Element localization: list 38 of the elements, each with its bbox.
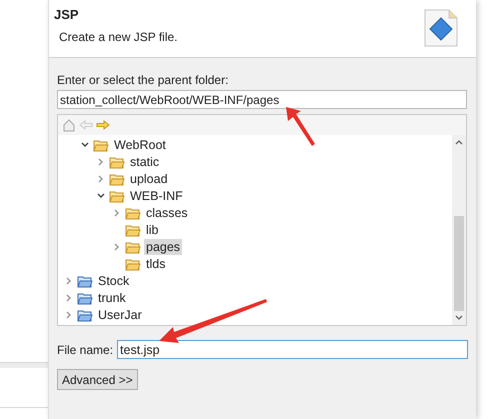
chevron-down-icon[interactable] xyxy=(80,140,90,150)
project-folder-icon xyxy=(77,274,93,288)
tree-item[interactable]: WebRoot xyxy=(112,136,168,152)
tree-item[interactable]: static xyxy=(128,154,162,170)
scroll-down-icon[interactable] xyxy=(455,315,463,321)
file-name-field[interactable]: test.jsp xyxy=(117,340,468,359)
parent-folder-field[interactable]: station_collect/WebRoot/WEB-INF/pages xyxy=(57,90,467,109)
folder-icon xyxy=(125,240,141,254)
folder-icon xyxy=(109,154,125,168)
home-icon[interactable] xyxy=(62,118,76,132)
field-label: Enter or select the parent folder: xyxy=(57,73,230,87)
forward-arrow-icon[interactable] xyxy=(96,118,110,132)
tree-item[interactable]: Stock xyxy=(96,272,132,288)
tree-item[interactable]: upload xyxy=(128,170,170,186)
folder-icon xyxy=(125,256,141,270)
folder-icon xyxy=(93,138,109,152)
page-title: JSP xyxy=(54,6,80,24)
folder-icon xyxy=(109,188,125,202)
folder-icon xyxy=(125,206,141,220)
tree-item[interactable]: UserJar xyxy=(96,306,144,322)
scrollbar-thumb[interactable] xyxy=(454,216,464,311)
tree-item[interactable]: trunk xyxy=(96,290,128,306)
back-arrow-icon[interactable] xyxy=(79,118,93,132)
scrollbar[interactable] xyxy=(452,135,466,325)
project-folder-icon xyxy=(77,308,93,322)
page-description: Create a new JSP file. xyxy=(58,29,178,46)
scroll-up-icon[interactable] xyxy=(455,139,463,145)
tree-item[interactable]: pages xyxy=(144,238,182,254)
tree-item[interactable]: WEB-INF xyxy=(128,188,185,204)
tree-item[interactable]: classes xyxy=(144,204,190,220)
project-folder-icon xyxy=(77,290,93,304)
tree-item[interactable]: tlds xyxy=(144,256,168,272)
tree-item[interactable]: lib xyxy=(144,222,161,238)
advanced-button[interactable]: Advanced >> xyxy=(57,369,138,390)
folder-icon xyxy=(125,222,141,236)
field-label: File name: xyxy=(57,342,114,358)
chevron-down-icon[interactable] xyxy=(96,190,106,200)
folder-icon xyxy=(109,172,125,186)
